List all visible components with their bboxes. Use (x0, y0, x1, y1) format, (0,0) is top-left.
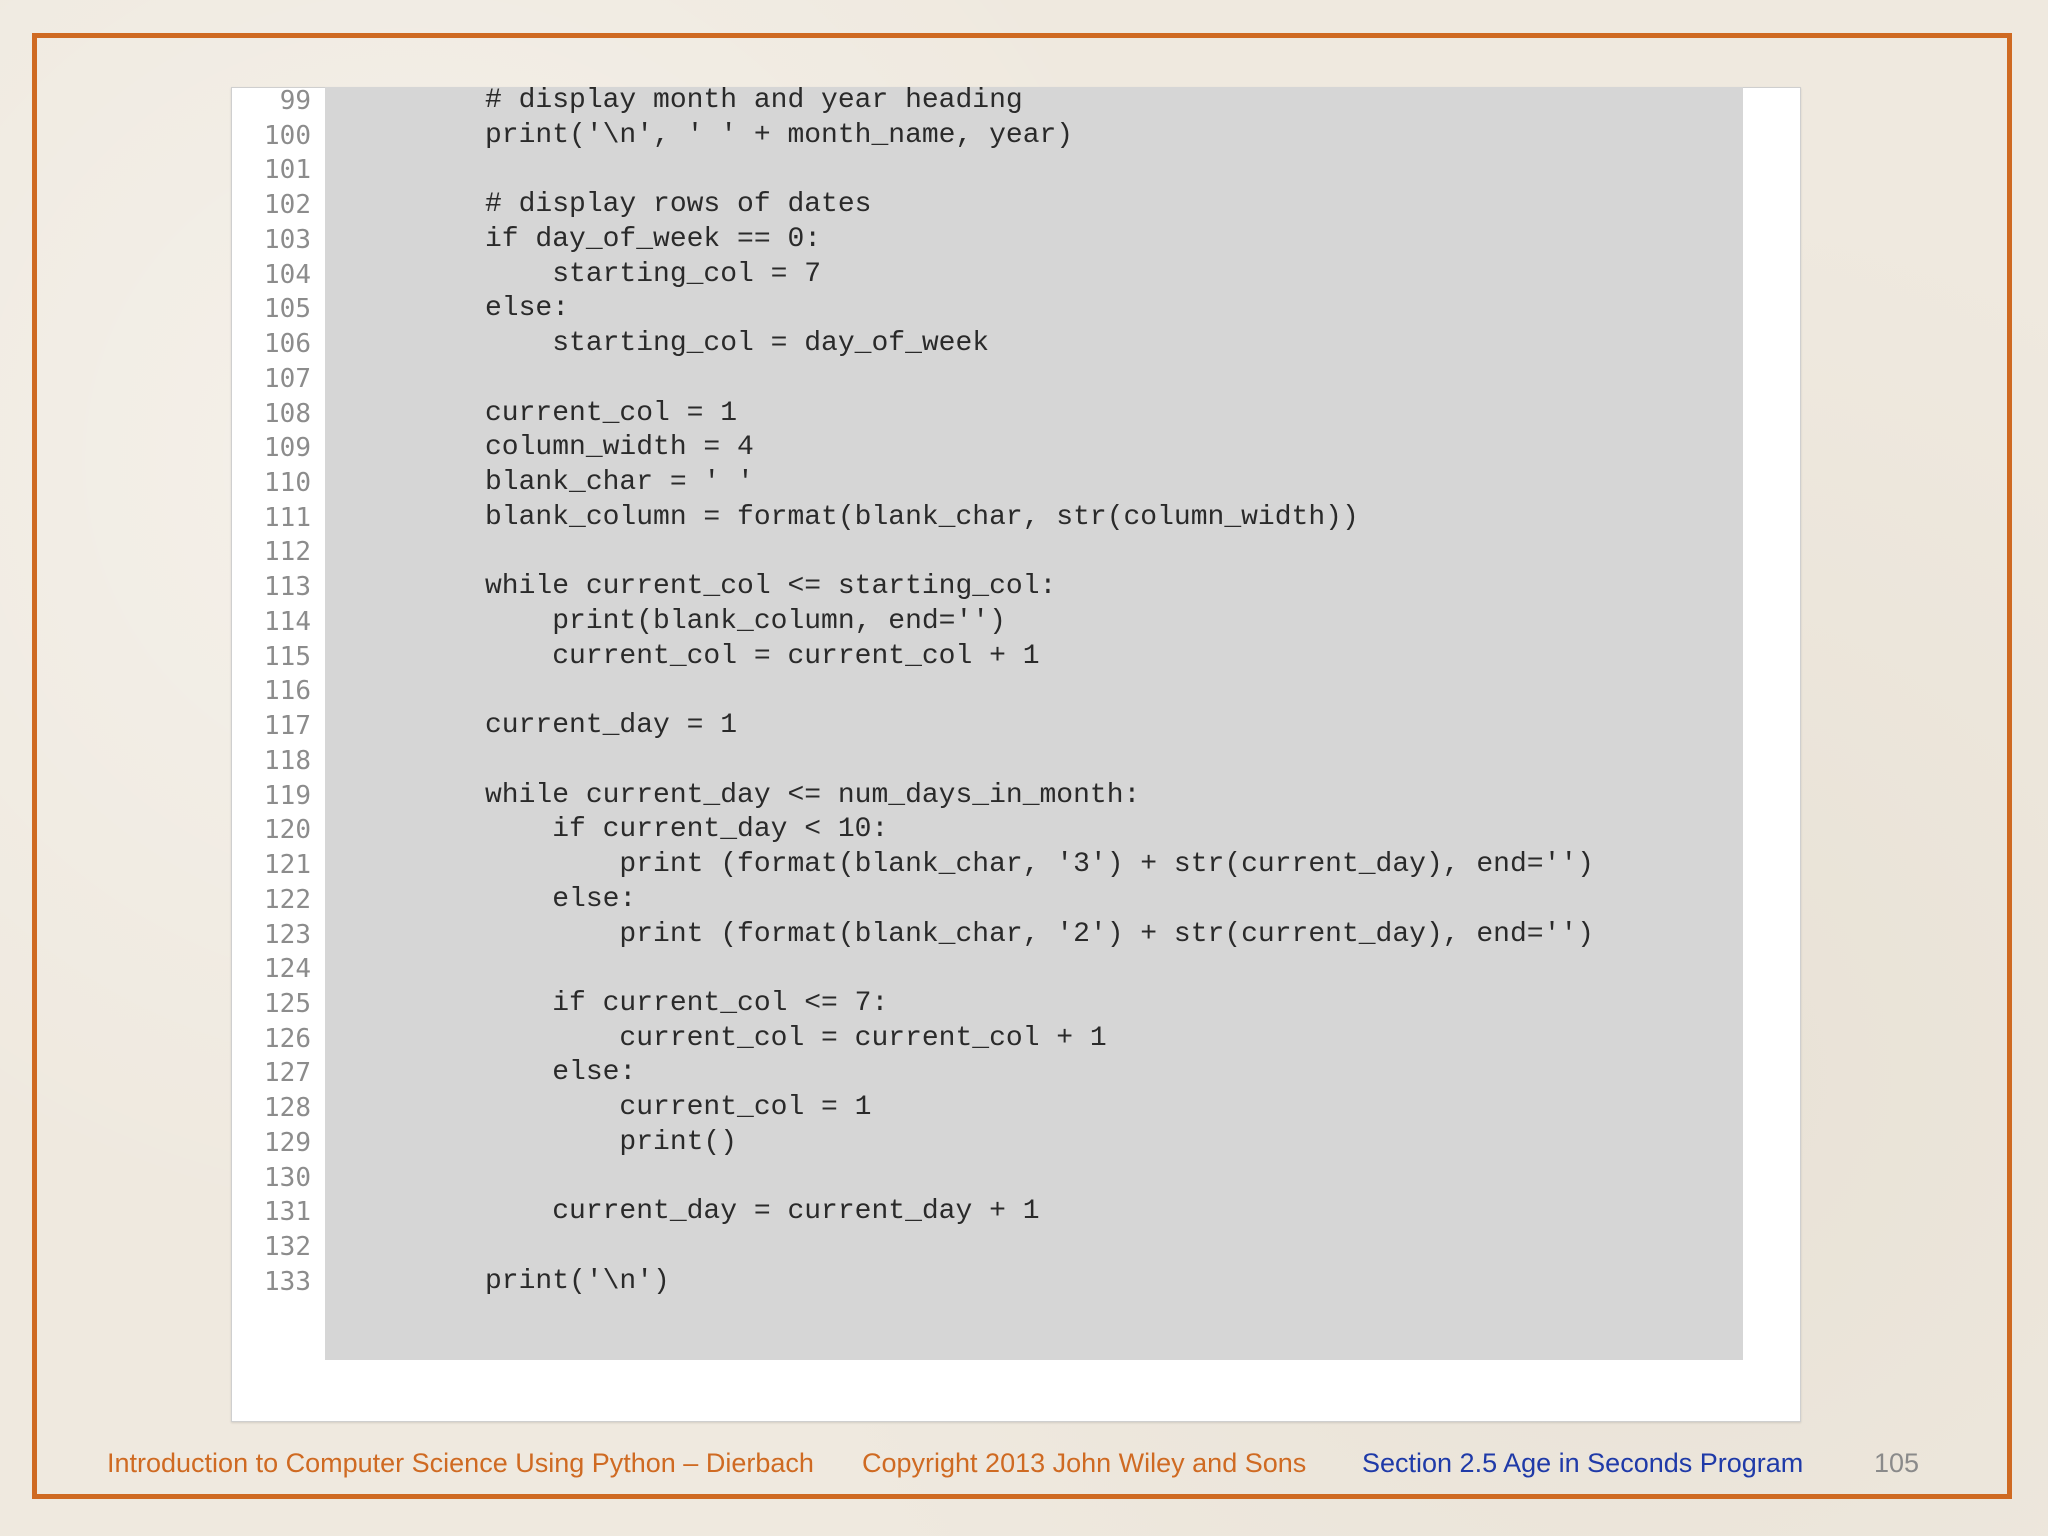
line-number: 114 (264, 607, 311, 637)
code-line: current_day = current_day + 1 (485, 1196, 1040, 1227)
code-line: # display month and year heading (485, 85, 1023, 116)
code-line: current_col = current_col + 1 (485, 1023, 1107, 1054)
code-line: print (format(blank_char, '3') + str(cur… (485, 849, 1594, 880)
line-number: 121 (264, 850, 311, 880)
line-number: 106 (264, 329, 311, 359)
line-number: 115 (264, 642, 311, 672)
code-line: if day_of_week == 0: (485, 224, 822, 255)
code-line: current_col = 1 (485, 1092, 872, 1123)
code-line: else: (485, 884, 637, 915)
line-number: 116 (264, 676, 311, 706)
line-number: 126 (264, 1024, 311, 1054)
line-number: 129 (264, 1128, 311, 1158)
code-line: while current_day <= num_days_in_month: (485, 780, 1141, 811)
code-line: starting_col = day_of_week (485, 328, 990, 359)
code-line: # display rows of dates (485, 189, 872, 220)
line-number: 99 (279, 86, 311, 116)
footer-copyright: Copyright 2013 John Wiley and Sons (862, 1448, 1307, 1478)
code-line: if current_col <= 7: (485, 988, 889, 1019)
code-line: blank_column = format(blank_char, str(co… (485, 502, 1359, 533)
line-number: 120 (264, 815, 311, 845)
line-number: 108 (264, 399, 311, 429)
line-number: 102 (264, 190, 311, 220)
code-line: column_width = 4 (485, 432, 754, 463)
line-number: 127 (264, 1058, 311, 1088)
code-line: print (format(blank_char, '2') + str(cur… (485, 919, 1594, 950)
line-number: 111 (264, 503, 311, 533)
line-number: 131 (264, 1197, 311, 1227)
line-number: 133 (264, 1267, 311, 1297)
code-line: if current_day < 10: (485, 814, 889, 845)
line-number: 100 (264, 121, 311, 151)
line-number: 101 (264, 155, 311, 185)
footer-book-title: Introduction to Computer Science Using P… (107, 1448, 814, 1478)
line-number: 112 (264, 537, 311, 567)
line-number: 104 (264, 260, 311, 290)
line-number: 130 (264, 1163, 311, 1193)
code-line: starting_col = 7 (485, 259, 822, 290)
line-number: 124 (264, 954, 311, 984)
line-number: 107 (264, 364, 311, 394)
line-number: 132 (264, 1232, 311, 1262)
code-line: print('\n', ' ' + month_name, year) (485, 120, 1074, 151)
code-line: current_day = 1 (485, 710, 738, 741)
code-line: else: (485, 1057, 637, 1088)
footer-section-title: Section 2.5 Age in Seconds Program (1362, 1448, 1804, 1478)
code-line: blank_char = ' ' (485, 467, 754, 498)
code-line: current_col = 1 (485, 398, 738, 429)
code-line: print() (485, 1127, 738, 1158)
line-number: 119 (264, 781, 311, 811)
line-number: 103 (264, 225, 311, 255)
line-number: 105 (264, 294, 311, 324)
code-line: while current_col <= starting_col: (485, 571, 1057, 602)
line-number: 113 (264, 572, 311, 602)
code-line: print('\n') (485, 1266, 670, 1297)
line-number: 123 (264, 920, 311, 950)
line-number: 117 (264, 711, 311, 741)
line-number: 118 (264, 746, 311, 776)
code-line: current_col = current_col + 1 (485, 641, 1040, 672)
code-line: print(blank_column, end='') (485, 606, 1006, 637)
page-number: 105 (1874, 1448, 1920, 1478)
line-number: 128 (264, 1093, 311, 1123)
line-number: 110 (264, 468, 311, 498)
line-number: 122 (264, 885, 311, 915)
line-number: 109 (264, 433, 311, 463)
line-number: 125 (264, 989, 311, 1019)
code-line: else: (485, 293, 570, 324)
